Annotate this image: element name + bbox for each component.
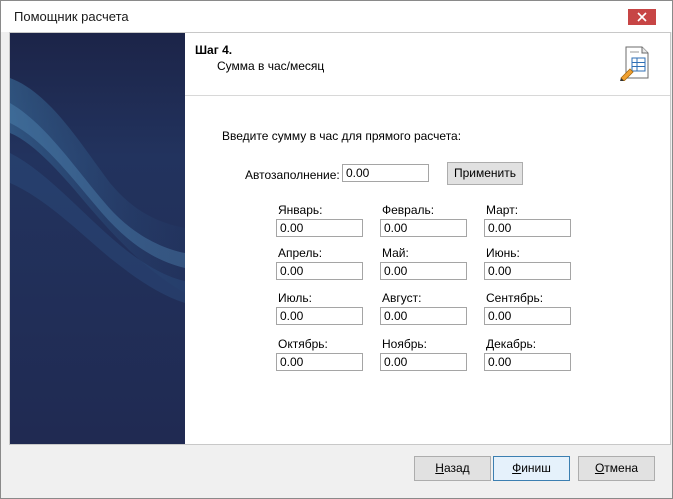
month-input-oct[interactable] — [276, 353, 363, 371]
step-subtitle: Сумма в час/месяц — [217, 59, 325, 73]
month-label-may: Май: — [382, 246, 409, 260]
month-label-dec: Декабрь: — [486, 337, 537, 351]
back-label: азад — [443, 461, 470, 475]
cancel-button[interactable]: Отмена — [578, 456, 655, 481]
month-label-mar: Март: — [486, 203, 519, 217]
step-title: Шаг 4. — [195, 43, 233, 57]
back-button[interactable]: Назад — [414, 456, 491, 481]
month-input-jan[interactable] — [276, 219, 363, 237]
month-label-jan: Январь: — [278, 203, 323, 217]
window-title: Помощник расчета — [14, 9, 129, 24]
month-input-jun[interactable] — [484, 262, 571, 280]
wizard-window: Помощник расчета Шаг 4. Сумма в час/меся… — [0, 0, 673, 499]
apply-button[interactable]: Применить — [447, 162, 523, 185]
month-input-may[interactable] — [380, 262, 467, 280]
month-label-aug: Август: — [382, 291, 422, 305]
month-input-aug[interactable] — [380, 307, 467, 325]
wizard-panel: Шаг 4. Сумма в час/месяц Введите сумму в… — [9, 32, 671, 445]
month-input-jul[interactable] — [276, 307, 363, 325]
autofill-input[interactable] — [342, 164, 429, 182]
month-input-apr[interactable] — [276, 262, 363, 280]
month-input-dec[interactable] — [484, 353, 571, 371]
month-label-nov: Ноябрь: — [382, 337, 427, 351]
form-prompt: Введите сумму в час для прямого расчета: — [222, 129, 462, 143]
month-label-oct: Октябрь: — [278, 337, 328, 351]
month-label-jun: Июнь: — [486, 246, 520, 260]
month-label-sep: Сентябрь: — [486, 291, 544, 305]
autofill-label: Автозаполнение: — [245, 168, 340, 182]
month-label-jul: Июль: — [278, 291, 312, 305]
month-input-nov[interactable] — [380, 353, 467, 371]
form-area: Введите сумму в час для прямого расчета:… — [185, 96, 670, 444]
cancel-label: тмена — [604, 461, 639, 475]
back-accel: Н — [435, 461, 444, 475]
month-label-apr: Апрель: — [278, 246, 323, 260]
step-header: Шаг 4. Сумма в час/месяц — [185, 33, 670, 96]
cancel-accel: О — [594, 461, 605, 475]
month-label-feb: Февраль: — [382, 203, 435, 217]
close-icon — [637, 12, 647, 22]
month-input-feb[interactable] — [380, 219, 467, 237]
close-button[interactable] — [628, 9, 656, 25]
sidebar-banner — [10, 33, 185, 444]
finish-accel: Ф — [512, 461, 522, 475]
month-input-mar[interactable] — [484, 219, 571, 237]
finish-button[interactable]: Финиш — [493, 456, 570, 481]
finish-label: иниш — [521, 461, 551, 475]
month-input-sep[interactable] — [484, 307, 571, 325]
title-bar: Помощник расчета — [1, 1, 672, 32]
document-edit-icon — [620, 46, 649, 81]
